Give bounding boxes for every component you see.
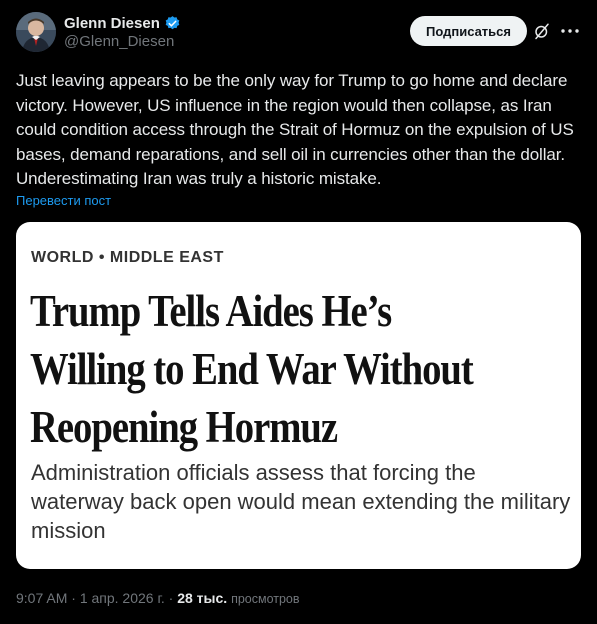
verified-badge-icon[interactable]	[164, 15, 181, 32]
separator-dot: ·	[71, 590, 80, 606]
author-name[interactable]: Glenn Diesen	[64, 15, 160, 32]
post-date[interactable]: 1 апр. 2026 г.	[80, 590, 165, 606]
avatar[interactable]	[16, 12, 56, 52]
more-horizontal-icon[interactable]	[559, 22, 581, 40]
views-count[interactable]: 28 тыс.	[177, 590, 227, 606]
separator-dot: ·	[168, 590, 178, 606]
article-deck: Administration officials assess that for…	[31, 460, 571, 543]
translate-post-link[interactable]: Перевести пост	[16, 193, 111, 208]
article-headline-line: Trump Tells Aides He’s	[30, 286, 392, 336]
author-handle[interactable]: @Glenn_Diesen	[64, 33, 181, 50]
tweet-meta: 9:07 AM · 1 апр. 2026 г. · 28 тыс. просм…	[16, 590, 300, 606]
article-card[interactable]: WORLD • MIDDLE EAST Trump Tells Aides He…	[16, 222, 581, 569]
grok-icon[interactable]	[533, 22, 551, 40]
article-headline-line: Willing to End War Without	[30, 344, 474, 394]
post-time[interactable]: 9:07 AM	[16, 590, 67, 606]
tweet-header: Glenn Diesen @Glenn_Diesen Подписаться	[16, 12, 581, 56]
author-block[interactable]: Glenn Diesen @Glenn_Diesen	[64, 15, 181, 50]
tweet-text: Just leaving appears to be the only way …	[16, 71, 574, 188]
article-section-label: WORLD • MIDDLE EAST	[31, 249, 224, 266]
article-headline: Trump Tells Aides He’s Willing to End Wa…	[30, 282, 494, 456]
name-row: Glenn Diesen	[64, 15, 181, 32]
views-label: просмотров	[231, 592, 300, 606]
article-headline-line: Reopening Hormuz	[30, 402, 338, 452]
subscribe-button[interactable]: Подписаться	[409, 16, 527, 46]
